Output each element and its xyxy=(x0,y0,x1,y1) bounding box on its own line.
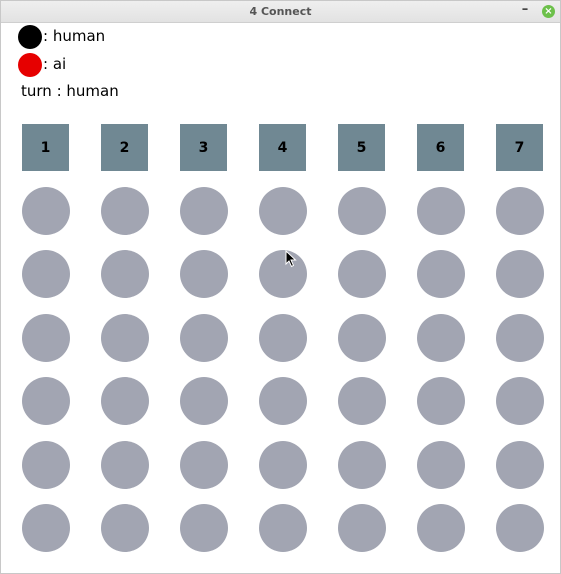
board-cell xyxy=(417,504,465,552)
board-cell xyxy=(259,504,307,552)
window-title: 4 Connect xyxy=(249,5,312,18)
board-cell xyxy=(180,441,228,489)
board-cell xyxy=(180,377,228,425)
ai-piece-icon xyxy=(18,53,42,77)
board-cell xyxy=(101,441,149,489)
board-cell xyxy=(22,377,70,425)
board-cell xyxy=(180,250,228,298)
board-cell xyxy=(417,250,465,298)
column-button-6[interactable]: 6 xyxy=(417,124,464,171)
board-cell xyxy=(101,250,149,298)
turn-indicator: turn : human xyxy=(21,82,119,100)
board-cell xyxy=(180,314,228,362)
board-cell xyxy=(180,187,228,235)
board-cell xyxy=(259,377,307,425)
board-cell xyxy=(259,314,307,362)
column-button-2[interactable]: 2 xyxy=(101,124,148,171)
human-piece-icon xyxy=(18,25,42,49)
board-cell xyxy=(338,441,386,489)
column-button-5[interactable]: 5 xyxy=(338,124,385,171)
human-legend-label: : human xyxy=(43,27,106,45)
board-cell xyxy=(101,504,149,552)
board-cell xyxy=(22,250,70,298)
board-cell xyxy=(22,314,70,362)
board-cell xyxy=(496,314,544,362)
board-cell xyxy=(259,250,307,298)
board-cell xyxy=(338,250,386,298)
title-bar[interactable]: 4 Connect – × xyxy=(1,1,560,23)
board-cell xyxy=(338,377,386,425)
column-button-4[interactable]: 4 xyxy=(259,124,306,171)
board-cell xyxy=(259,441,307,489)
board-cell xyxy=(180,504,228,552)
board-cell xyxy=(417,441,465,489)
board-cell xyxy=(496,504,544,552)
board-cell xyxy=(417,377,465,425)
board-cell xyxy=(22,441,70,489)
close-icon[interactable]: × xyxy=(542,5,555,18)
app-window: 4 Connect – × : human : ai turn : human … xyxy=(0,0,561,574)
board-cell xyxy=(101,377,149,425)
board-cell xyxy=(338,187,386,235)
board-cell xyxy=(496,441,544,489)
board-cell xyxy=(338,314,386,362)
board-cell xyxy=(101,314,149,362)
board-cell xyxy=(496,250,544,298)
board-cell xyxy=(22,187,70,235)
board-cell xyxy=(338,504,386,552)
board-cell xyxy=(417,314,465,362)
ai-legend-label: : ai xyxy=(43,55,67,73)
column-button-7[interactable]: 7 xyxy=(496,124,543,171)
board-cell xyxy=(22,504,70,552)
board-cell xyxy=(496,377,544,425)
column-button-3[interactable]: 3 xyxy=(180,124,227,171)
board-cell xyxy=(101,187,149,235)
minimize-button[interactable]: – xyxy=(517,3,533,19)
board-cell xyxy=(496,187,544,235)
board-cell xyxy=(417,187,465,235)
mouse-cursor-icon xyxy=(285,250,297,268)
board-cell xyxy=(259,187,307,235)
column-button-1[interactable]: 1 xyxy=(22,124,69,171)
